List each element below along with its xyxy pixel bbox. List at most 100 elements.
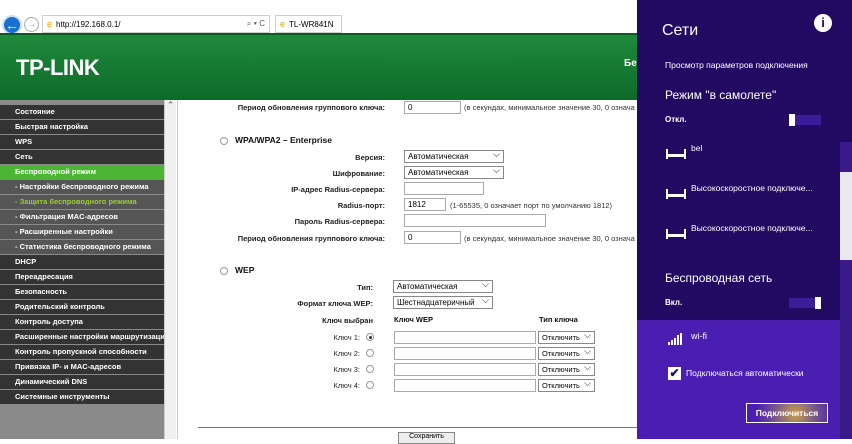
ie-icon: e (47, 19, 53, 29)
radius-pass-input[interactable] (404, 214, 546, 227)
key-label: Ключ 4: (333, 381, 360, 390)
search-refresh-icons[interactable]: ⌕ ▾ C (247, 19, 265, 29)
wep-type-label: Тип: (357, 283, 373, 292)
enterprise-period-note: (в секундах, минимальное значение 30, 0 … (464, 234, 635, 243)
toggle-knob (815, 297, 821, 309)
tab-close-icon[interactable]: × (320, 15, 336, 33)
info-icon[interactable]: i (814, 14, 832, 32)
wep-format-select[interactable]: Шестнадцатеричный (393, 295, 493, 309)
ethernet-icon (666, 226, 686, 239)
key-select-radio[interactable] (366, 333, 374, 341)
key-type-select[interactable]: Отключить (538, 378, 595, 392)
airplane-state: Откл. (665, 115, 687, 124)
key-type-select[interactable]: Отключить (538, 346, 595, 360)
url-text: http://192.168.0.1/ (56, 19, 121, 29)
sidebar-item[interactable]: DHCP (0, 255, 164, 269)
wep-format-label: Формат ключа WEP: (297, 299, 373, 308)
key-select-radio[interactable] (366, 365, 374, 373)
version-label: Версия: (355, 153, 385, 162)
address-bar[interactable]: e http://192.168.0.1/ ⌕ ▾ C (42, 15, 270, 33)
sidebar-item[interactable]: Контроль пропускной способности (0, 345, 164, 359)
sidebar-item[interactable]: Беспроводной режим (0, 165, 164, 179)
wifi-name[interactable]: wi-fi (691, 331, 707, 341)
period-input[interactable]: 0 (404, 101, 461, 114)
wep-type-select[interactable]: Автоматическая (393, 279, 493, 293)
wireless-title: Беспроводная сеть (665, 271, 773, 285)
panel-scroll-thumb[interactable] (840, 172, 852, 260)
connect-button[interactable]: Подключиться (746, 403, 828, 423)
panel-title: Сети (662, 22, 699, 39)
key-type-select[interactable]: Отключить (538, 330, 595, 344)
divider (198, 427, 638, 428)
view-settings-link[interactable]: Просмотр параметров подключения (665, 60, 808, 70)
wep-key-input[interactable] (394, 347, 536, 360)
toggle-knob (789, 114, 795, 126)
sidebar-item[interactable]: WPS (0, 135, 164, 149)
airplane-title: Режим "в самолете" (665, 88, 777, 102)
sidebar-item[interactable]: Динамический DNS (0, 375, 164, 389)
key-label: Ключ 2: (333, 349, 360, 358)
sidebar-item[interactable]: - Настройки беспроводного режима (0, 180, 164, 194)
connection-item[interactable]: Высокоскоростное подключе... (691, 183, 813, 193)
radius-ip-label: IP-адрес Radius-сервера: (291, 185, 385, 194)
radius-port-label: Radius-порт: (337, 201, 385, 210)
tp-link-logo: TP-LINK (16, 55, 100, 80)
connection-item[interactable]: Высокоскоростное подключе... (691, 223, 813, 233)
header-text: Бе (624, 58, 637, 69)
ethernet-icon (666, 146, 686, 159)
sidebar-item[interactable]: Сеть (0, 150, 164, 164)
encryption-select[interactable]: Автоматическая (404, 165, 504, 179)
wep-key-input[interactable] (394, 379, 536, 392)
forward-button[interactable]: → (24, 17, 39, 32)
radius-port-input[interactable]: 1812 (404, 198, 446, 211)
radius-ip-input[interactable] (404, 182, 484, 195)
wireless-toggle[interactable] (789, 297, 821, 309)
sidebar-item[interactable]: Привязка IP- и MAC-адресов (0, 360, 164, 374)
radius-pass-label: Пароль Radius-сервера: (294, 217, 385, 226)
sidebar-item[interactable]: - Расширенные настройки (0, 225, 164, 239)
save-button[interactable]: Сохранить (398, 432, 455, 444)
radius-port-note: (1-65535, 0 означает порт по умолчанию 1… (450, 201, 613, 210)
enterprise-period-label: Период обновления группового ключа: (237, 234, 385, 243)
col-key-selected: Ключ выбран (322, 316, 373, 325)
key-label: Ключ 1: (333, 333, 360, 342)
col-key-type: Тип ключа (539, 315, 578, 324)
wep-key-input[interactable] (394, 363, 536, 376)
enterprise-radio[interactable] (220, 137, 228, 145)
sidebar-item[interactable]: - Защита беспроводного режима (0, 195, 164, 209)
sidebar-item[interactable]: Расширенные настройки маршрутизации (0, 330, 164, 344)
sidebar-item[interactable]: Безопасность (0, 285, 164, 299)
encryption-label: Шифрование: (332, 169, 385, 178)
sidebar-item[interactable]: Родительский контроль (0, 300, 164, 314)
main-content: …… Период обновления группового ключа: 0… (177, 98, 638, 444)
enterprise-period-input[interactable]: 0 (404, 231, 461, 244)
key-select-radio[interactable] (366, 381, 374, 389)
back-button[interactable]: ← (2, 15, 22, 35)
key-type-select[interactable]: Отключить (538, 362, 595, 376)
sidebar-item[interactable]: Системные инструменты (0, 390, 164, 404)
period-note: (в секундах, минимальное значение 30, 0 … (464, 103, 635, 112)
col-wep-key: Ключ WEP (394, 315, 433, 324)
auto-connect-checkbox[interactable]: ✔ (668, 367, 681, 380)
version-select[interactable]: Автоматическая (404, 149, 504, 163)
ie-icon: e (280, 19, 286, 29)
ethernet-icon (666, 186, 686, 199)
wep-radio[interactable] (220, 267, 228, 275)
wep-key-input[interactable] (394, 331, 536, 344)
sidebar-item[interactable]: Быстрая настройка (0, 120, 164, 134)
key-select-radio[interactable] (366, 349, 374, 357)
sidebar-item[interactable]: Переадресация (0, 270, 164, 284)
enterprise-title: WPA/WPA2 – Enterprise (235, 135, 332, 145)
sidebar-item[interactable]: Контроль доступа (0, 315, 164, 329)
connection-item[interactable]: bel (691, 143, 702, 153)
auto-connect-label: Подключаться автоматически (686, 368, 804, 378)
sidebar-scrollbar[interactable]: ⌃ (164, 100, 176, 439)
sidebar-item[interactable]: - Статистика беспроводного режима (0, 240, 164, 254)
sidebar-item[interactable]: - Фильтрация MAC-адресов (0, 210, 164, 224)
sidebar-item[interactable]: Состояние (0, 105, 164, 119)
key-label: Ключ 3: (333, 365, 360, 374)
airplane-toggle[interactable] (789, 114, 821, 126)
wireless-state: Вкл. (665, 298, 683, 307)
wifi-signal-icon (668, 332, 682, 345)
period-label: Период обновления группового ключа: (237, 103, 385, 112)
